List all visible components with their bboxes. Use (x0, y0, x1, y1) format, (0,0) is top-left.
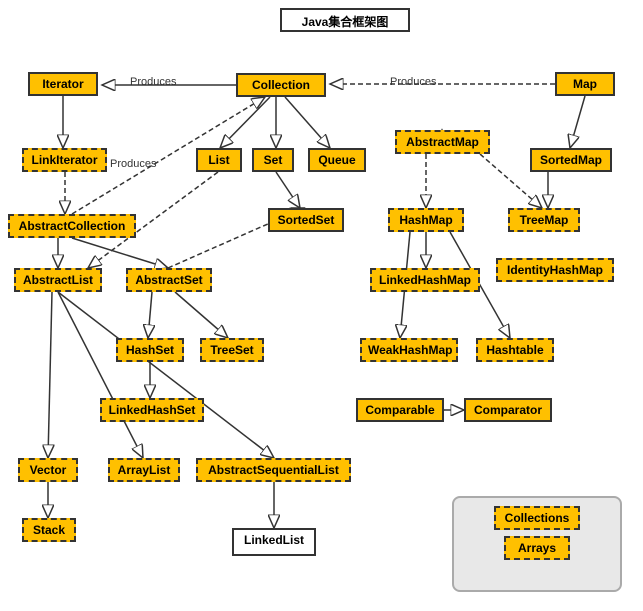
arraylist-node: ArrayList (108, 458, 180, 482)
linkedhashset-node: LinkedHashSet (100, 398, 204, 422)
hashset-node: HashSet (116, 338, 184, 362)
weakhashmap-node: WeakHashMap (360, 338, 458, 362)
title-node: Java集合框架图 (280, 8, 410, 32)
linkedhashmap-node: LinkedHashMap (370, 268, 480, 292)
abstractcollection-node: AbstractCollection (8, 214, 136, 238)
sortedmap-node: SortedMap (530, 148, 612, 172)
abstractsequentiallist-node: AbstractSequentialList (196, 458, 351, 482)
queue-node: Queue (308, 148, 366, 172)
linkiterator-node: LinkIterator (22, 148, 107, 172)
vector-node: Vector (18, 458, 78, 482)
produces-label-1: Produces (130, 76, 176, 88)
stack-node: Stack (22, 518, 76, 542)
treeset-node: TreeSet (200, 338, 264, 362)
comparator-node: Comparator (464, 398, 552, 422)
produces-label-3: Produces (110, 158, 156, 170)
iterator-node: Iterator (28, 72, 98, 96)
list-node: List (196, 148, 242, 172)
abstractset-node: AbstractSet (126, 268, 212, 292)
treemap-node: TreeMap (508, 208, 580, 232)
linkedlist-node: LinkedList (232, 528, 316, 556)
collection-node: Collection (236, 73, 326, 97)
hashmap-node: HashMap (388, 208, 464, 232)
set-node: Set (252, 148, 294, 172)
diagram: Java集合框架图 Iterator Collection Map Produc… (0, 0, 643, 611)
legend-box: Collections Arrays (452, 496, 622, 592)
collections-node: Collections (494, 506, 580, 530)
arrays-node: Arrays (504, 536, 570, 560)
hashtable-node: Hashtable (476, 338, 554, 362)
identityhashmap-node: IdentityHashMap (496, 258, 614, 282)
map-node: Map (555, 72, 615, 96)
produces-label-2: Produces (390, 76, 436, 88)
sortedset-node: SortedSet (268, 208, 344, 232)
comparable-node: Comparable (356, 398, 444, 422)
abstractmap-node: AbstractMap (395, 130, 490, 154)
abstractlist-node: AbstractList (14, 268, 102, 292)
